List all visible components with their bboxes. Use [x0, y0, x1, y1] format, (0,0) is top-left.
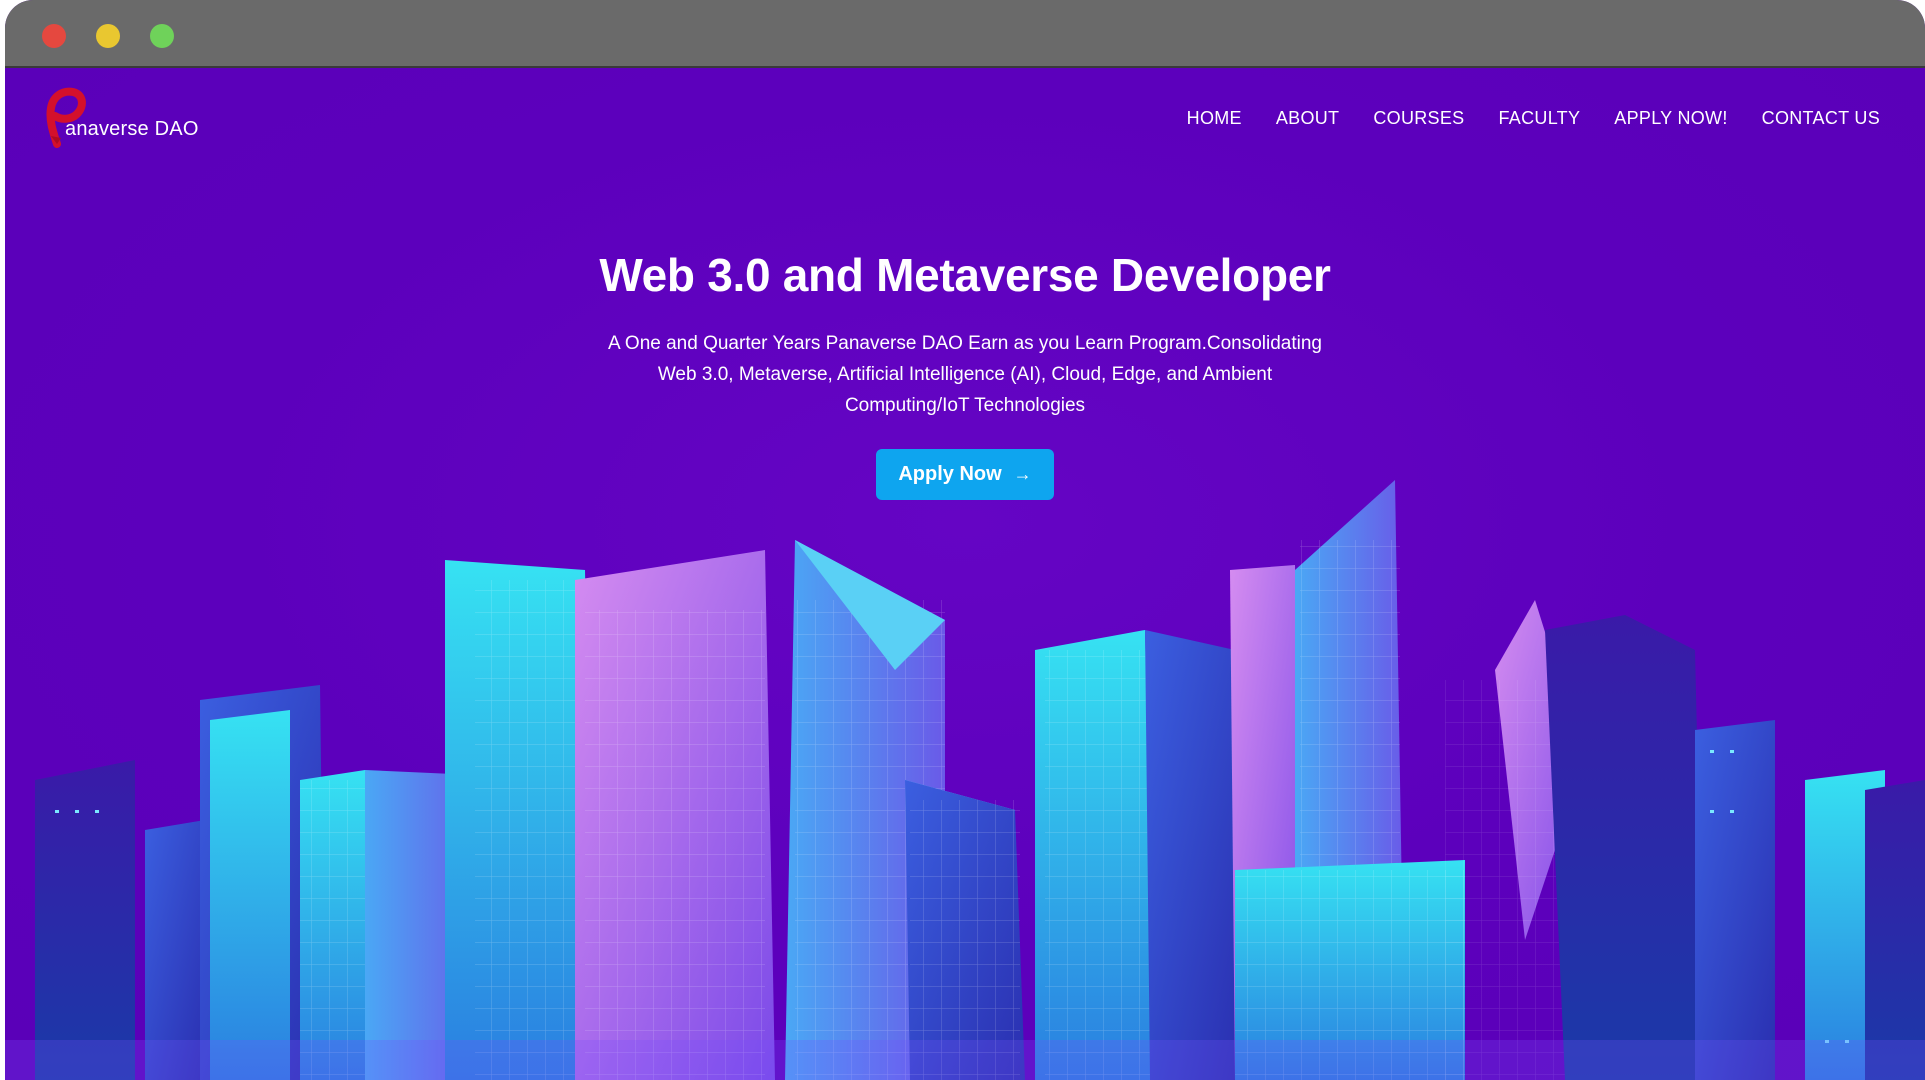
hero-section: Web 3.0 and Metaverse Developer A One an…: [5, 248, 1925, 500]
nav-courses[interactable]: COURSES: [1373, 108, 1464, 129]
nav-about[interactable]: ABOUT: [1276, 108, 1340, 129]
zoom-window-button[interactable]: [150, 24, 174, 48]
browser-window: anaverse DAO HOME ABOUT COURSES FACULTY …: [5, 0, 1925, 1080]
nav-apply-now[interactable]: APPLY NOW!: [1614, 108, 1727, 129]
window-titlebar: [5, 0, 1925, 68]
nav-contact-us[interactable]: CONTACT US: [1762, 108, 1880, 129]
main-nav: HOME ABOUT COURSES FACULTY APPLY NOW! CO…: [1187, 108, 1880, 129]
building: [35, 760, 135, 1080]
hero-subtitle: A One and Quarter Years Panaverse DAO Ea…: [608, 333, 1322, 416]
landing-page: anaverse DAO HOME ABOUT COURSES FACULTY …: [5, 68, 1925, 1080]
brand-name: anaverse DAO: [65, 118, 199, 140]
navbar: anaverse DAO HOME ABOUT COURSES FACULTY …: [5, 68, 1925, 168]
logo[interactable]: anaverse DAO: [43, 86, 223, 158]
minimize-window-button[interactable]: [96, 24, 120, 48]
hero-title: Web 3.0 and Metaverse Developer: [599, 249, 1331, 301]
nav-faculty[interactable]: FACULTY: [1498, 108, 1580, 129]
nav-home[interactable]: HOME: [1187, 108, 1242, 129]
city-skyline-illustration: [5, 480, 1925, 1080]
close-window-button[interactable]: [42, 24, 66, 48]
